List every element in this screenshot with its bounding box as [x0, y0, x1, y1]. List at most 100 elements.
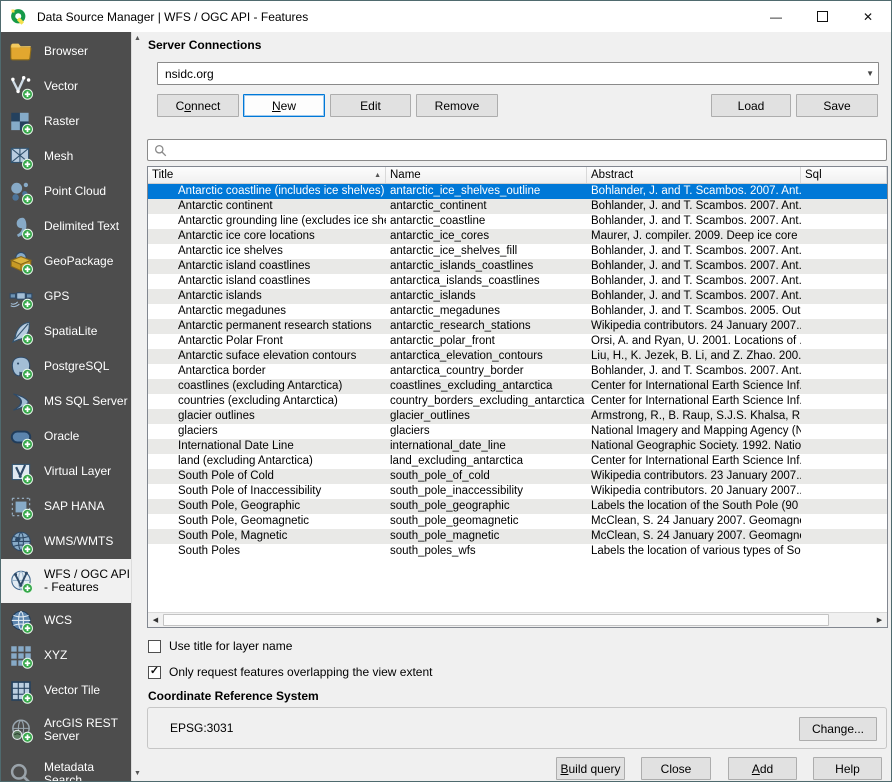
sidebar-item-metadata-search[interactable]: Metadata Search: [1, 752, 131, 781]
column-header-sql[interactable]: Sql: [801, 167, 887, 183]
cell-name: antarctic_ice_cores: [386, 229, 587, 244]
table-row[interactable]: Antarctica borderantarctica_country_bord…: [148, 364, 887, 379]
table-row[interactable]: Antarctic continentantarctic_continentBo…: [148, 199, 887, 214]
sidebar-item-wcs[interactable]: WCS: [1, 603, 131, 638]
close-button[interactable]: Close: [641, 757, 711, 780]
search-input[interactable]: [173, 140, 886, 160]
sidebar-item-wms-wmts[interactable]: WMS/WMTS: [1, 524, 131, 559]
build-query-button[interactable]: Build query: [556, 757, 625, 780]
help-button[interactable]: Help: [813, 757, 882, 780]
table-row[interactable]: Antarctic island coastlinesantarctica_is…: [148, 274, 887, 289]
sidebar-item-postgresql[interactable]: PostgreSQL: [1, 349, 131, 384]
use-title-checkbox[interactable]: ✓: [148, 640, 161, 653]
table-row[interactable]: coastlines (excluding Antarctica)coastli…: [148, 379, 887, 394]
save-button[interactable]: Save: [796, 94, 878, 117]
scroll-left-icon[interactable]: ◀: [148, 616, 163, 624]
sidebar-item-arcgis-rest-server[interactable]: ArcGIS REST Server: [1, 708, 131, 752]
new-button[interactable]: New: [243, 94, 325, 117]
close-window-button[interactable]: ✕: [845, 1, 891, 32]
connection-selected-value: nsidc.org: [165, 67, 214, 81]
table-row[interactable]: Antarctic Polar Frontantarctic_polar_fro…: [148, 334, 887, 349]
table-row[interactable]: South Pole, Magneticsouth_pole_magneticM…: [148, 529, 887, 544]
sidebar-item-xyz[interactable]: XYZ: [1, 638, 131, 673]
cell-title: South Pole of Cold: [148, 469, 386, 484]
cell-abstract: Bohlander, J. and T. Scambos. 2007. Ant.…: [587, 364, 801, 379]
table-row[interactable]: South Pole of Coldsouth_pole_of_coldWiki…: [148, 469, 887, 484]
sidebar-item-virtual-layer[interactable]: Virtual Layer: [1, 454, 131, 489]
cell-sql: [801, 259, 887, 274]
table-row[interactable]: Antarctic ice shelvesantarctic_ice_shelv…: [148, 244, 887, 259]
cell-name: antarctic_coastline: [386, 214, 587, 229]
use-title-checkbox-row[interactable]: ✓ Use title for layer name: [148, 639, 292, 653]
cell-title: coastlines (excluding Antarctica): [148, 379, 386, 394]
add-button[interactable]: Add: [728, 757, 797, 780]
cell-title: Antarctic islands: [148, 289, 386, 304]
virtual-layer-icon: [8, 459, 34, 485]
sidebar-item-label: Raster: [44, 115, 131, 128]
cell-sql: [801, 289, 887, 304]
scroll-up-icon[interactable]: ▲: [132, 33, 143, 45]
cell-title: Antarctic grounding line (excludes ice s…: [148, 214, 386, 229]
qgis-logo-icon: [10, 8, 28, 26]
table-row[interactable]: land (excluding Antarctica)land_excludin…: [148, 454, 887, 469]
sidebar-scrollbar[interactable]: ▲ ▼: [131, 32, 143, 781]
table-row[interactable]: Antarctic islandsantarctic_islandsBohlan…: [148, 289, 887, 304]
sidebar-item-ms-sql-server[interactable]: MS SQL Server: [1, 384, 131, 419]
mesh-icon: [8, 144, 34, 170]
sidebar-item-point-cloud[interactable]: Point Cloud: [1, 174, 131, 209]
column-header-name[interactable]: Name: [386, 167, 587, 183]
column-header-abstract[interactable]: Abstract: [587, 167, 801, 183]
wms-icon: [8, 529, 34, 555]
table-row[interactable]: South Pole, Geomagneticsouth_pole_geomag…: [148, 514, 887, 529]
header-label: Name: [390, 169, 421, 181]
sidebar-item-sap-hana[interactable]: SAP HANA: [1, 489, 131, 524]
cell-name: antarctic_megadunes: [386, 304, 587, 319]
sidebar-item-oracle[interactable]: Oracle: [1, 419, 131, 454]
table-row[interactable]: Antarctic island coastlinesantarctic_isl…: [148, 259, 887, 274]
column-header-title[interactable]: Title▲: [148, 167, 386, 183]
table-row[interactable]: South Pole, Geographicsouth_pole_geograp…: [148, 499, 887, 514]
cell-sql: [801, 349, 887, 364]
sidebar-item-browser[interactable]: Browser: [1, 34, 131, 69]
minimize-button[interactable]: —: [753, 1, 799, 32]
table-row[interactable]: Antarctic ice core locationsantarctic_ic…: [148, 229, 887, 244]
edit-button[interactable]: Edit: [330, 94, 411, 117]
sidebar-item-geopackage[interactable]: GeoPackage: [1, 244, 131, 279]
overlap-extent-checkbox-row[interactable]: ✓ Only request features overlapping the …: [148, 665, 432, 679]
table-row[interactable]: South Polessouth_poles_wfsLabels the loc…: [148, 544, 887, 559]
sidebar-item-spatialite[interactable]: SpatiaLite: [1, 314, 131, 349]
load-button[interactable]: Load: [711, 94, 791, 117]
table-row[interactable]: Antarctic grounding line (excludes ice s…: [148, 214, 887, 229]
table-row[interactable]: Antarctic coastline (includes ice shelve…: [148, 184, 887, 199]
sidebar-item-delimited-text[interactable]: Delimited Text: [1, 209, 131, 244]
table-row[interactable]: International Date Lineinternational_dat…: [148, 439, 887, 454]
sidebar-item-vector-tile[interactable]: Vector Tile: [1, 673, 131, 708]
sidebar-item-wfs-ogc-api-features[interactable]: WFS / OGC API - Features: [1, 559, 131, 603]
cell-name: country_borders_excluding_antarctica: [386, 394, 587, 409]
table-row[interactable]: glacier outlinesglacier_outlinesArmstron…: [148, 409, 887, 424]
scrollbar-thumb[interactable]: [163, 614, 829, 626]
table-row[interactable]: countries (excluding Antarctica)country_…: [148, 394, 887, 409]
connection-select[interactable]: nsidc.org ▼: [157, 62, 879, 85]
sidebar-item-vector[interactable]: Vector: [1, 69, 131, 104]
maximize-button[interactable]: [799, 1, 845, 32]
wfs-icon: [8, 568, 34, 594]
sidebar-item-raster[interactable]: Raster: [1, 104, 131, 139]
cell-title: Antarctic suface elevation contours: [148, 349, 386, 364]
sidebar-item-mesh[interactable]: Mesh: [1, 139, 131, 174]
table-row[interactable]: glaciersglaciersNational Imagery and Map…: [148, 424, 887, 439]
table-row[interactable]: Antarctic permanent research stationsant…: [148, 319, 887, 334]
connect-button[interactable]: Connect: [157, 94, 239, 117]
scroll-right-icon[interactable]: ▶: [872, 616, 887, 624]
table-row[interactable]: South Pole of Inaccessibilitysouth_pole_…: [148, 484, 887, 499]
table-row[interactable]: Antarctic suface elevation contoursantar…: [148, 349, 887, 364]
horizontal-scrollbar[interactable]: ◀ ▶: [148, 612, 887, 627]
crs-change-button[interactable]: Change...: [799, 717, 877, 741]
sort-ascending-icon: ▲: [370, 172, 381, 179]
cell-sql: [801, 184, 887, 199]
overlap-extent-checkbox[interactable]: ✓: [148, 666, 161, 679]
scroll-down-icon[interactable]: ▼: [132, 768, 143, 780]
sidebar-item-gps[interactable]: GPS: [1, 279, 131, 314]
remove-button[interactable]: Remove: [416, 94, 498, 117]
table-row[interactable]: Antarctic megadunesantarctic_megadunesBo…: [148, 304, 887, 319]
